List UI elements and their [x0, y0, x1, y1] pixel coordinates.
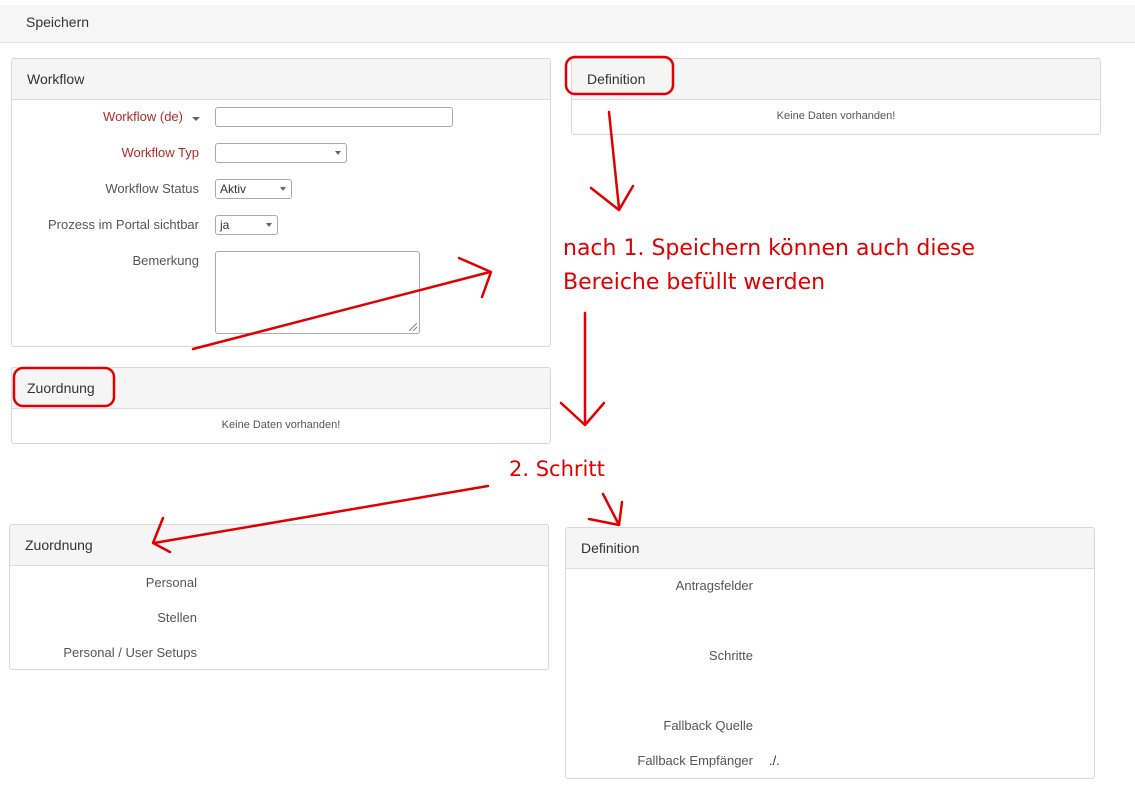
workflow-name-label: Workflow (de) — [103, 109, 183, 124]
portal-visible-label: Prozess im Portal sichtbar — [48, 217, 199, 232]
definition-panel-header: Definition — [566, 528, 1094, 569]
toolbar: Speichern — [0, 5, 1135, 43]
definition-row-fallback-quelle: Fallback Quelle — [663, 718, 753, 733]
zuordnung-panel-header: Zuordnung — [10, 525, 548, 566]
workflow-type-select[interactable] — [215, 143, 347, 163]
annotation-step2: 2. Schritt — [509, 457, 605, 481]
workflow-status-label: Workflow Status — [105, 181, 199, 196]
fallback-empfaenger-value: ./. — [769, 753, 780, 768]
chevron-down-icon — [280, 187, 286, 191]
remark-textarea[interactable] — [215, 251, 420, 334]
workflow-panel-header: Workflow — [12, 59, 550, 100]
save-button[interactable]: Speichern — [26, 14, 89, 30]
panel-title: Definition — [581, 540, 640, 556]
chevron-down-icon — [266, 223, 272, 227]
zuordnung-panel-header: Zuordnung — [12, 368, 550, 409]
resize-grip-icon[interactable] — [409, 323, 417, 331]
arrow-step2-right-head — [587, 500, 624, 527]
annotation-note-line2: Bereiche befüllt werden — [563, 270, 826, 295]
language-dropdown-icon[interactable] — [192, 117, 200, 121]
empty-message: Keine Daten vorhanden! — [776, 110, 896, 122]
portal-visible-value: ja — [220, 218, 230, 232]
assignment-row-stellen: Stellen — [157, 610, 197, 625]
arrow-down-1-head — [589, 184, 635, 212]
workflow-status-select[interactable]: Aktiv — [215, 179, 292, 199]
zuordnung-panel-bottom: Zuordnung Personal Stellen Personal / Us… — [9, 524, 549, 670]
workflow-panel: Workflow Workflow (de) Workflow Typ Work… — [11, 58, 551, 347]
workflow-type-label: Workflow Typ — [121, 145, 199, 160]
arrow-step2-right-shaft — [601, 492, 620, 525]
panel-title: Zuordnung — [25, 537, 93, 553]
portal-visible-select[interactable]: ja — [215, 215, 278, 235]
workflow-name-input[interactable] — [215, 107, 453, 127]
assignment-row-personal: Personal — [145, 575, 197, 590]
definition-row-fallback-empfaenger: Fallback Empfänger — [637, 753, 753, 768]
panel-title: Workflow — [27, 71, 85, 87]
arrow-down-2-head — [559, 401, 606, 427]
zuordnung-panel-top: Zuordnung Keine Daten vorhanden! — [11, 367, 551, 444]
annotation-note-line1: nach 1. Speichern können auch diese — [563, 236, 976, 261]
definition-panel-top: Definition Keine Daten vorhanden! — [571, 58, 1101, 135]
panel-title: Definition — [587, 71, 646, 87]
assignment-row-user-setups: Personal / User Setups — [63, 645, 197, 660]
workflow-status-value: Aktiv — [220, 182, 247, 196]
definition-panel-bottom: Definition Antragsfelder Schritte Fallba… — [565, 527, 1095, 779]
definition-row-schritte: Schritte — [708, 648, 753, 663]
empty-message: Keine Daten vorhanden! — [221, 419, 341, 431]
panel-title: Zuordnung — [27, 380, 95, 396]
chevron-down-icon — [335, 151, 341, 155]
definition-row-antragsfelder: Antragsfelder — [675, 578, 753, 593]
definition-panel-header: Definition — [572, 59, 1100, 100]
remark-label: Bemerkung — [132, 253, 199, 268]
